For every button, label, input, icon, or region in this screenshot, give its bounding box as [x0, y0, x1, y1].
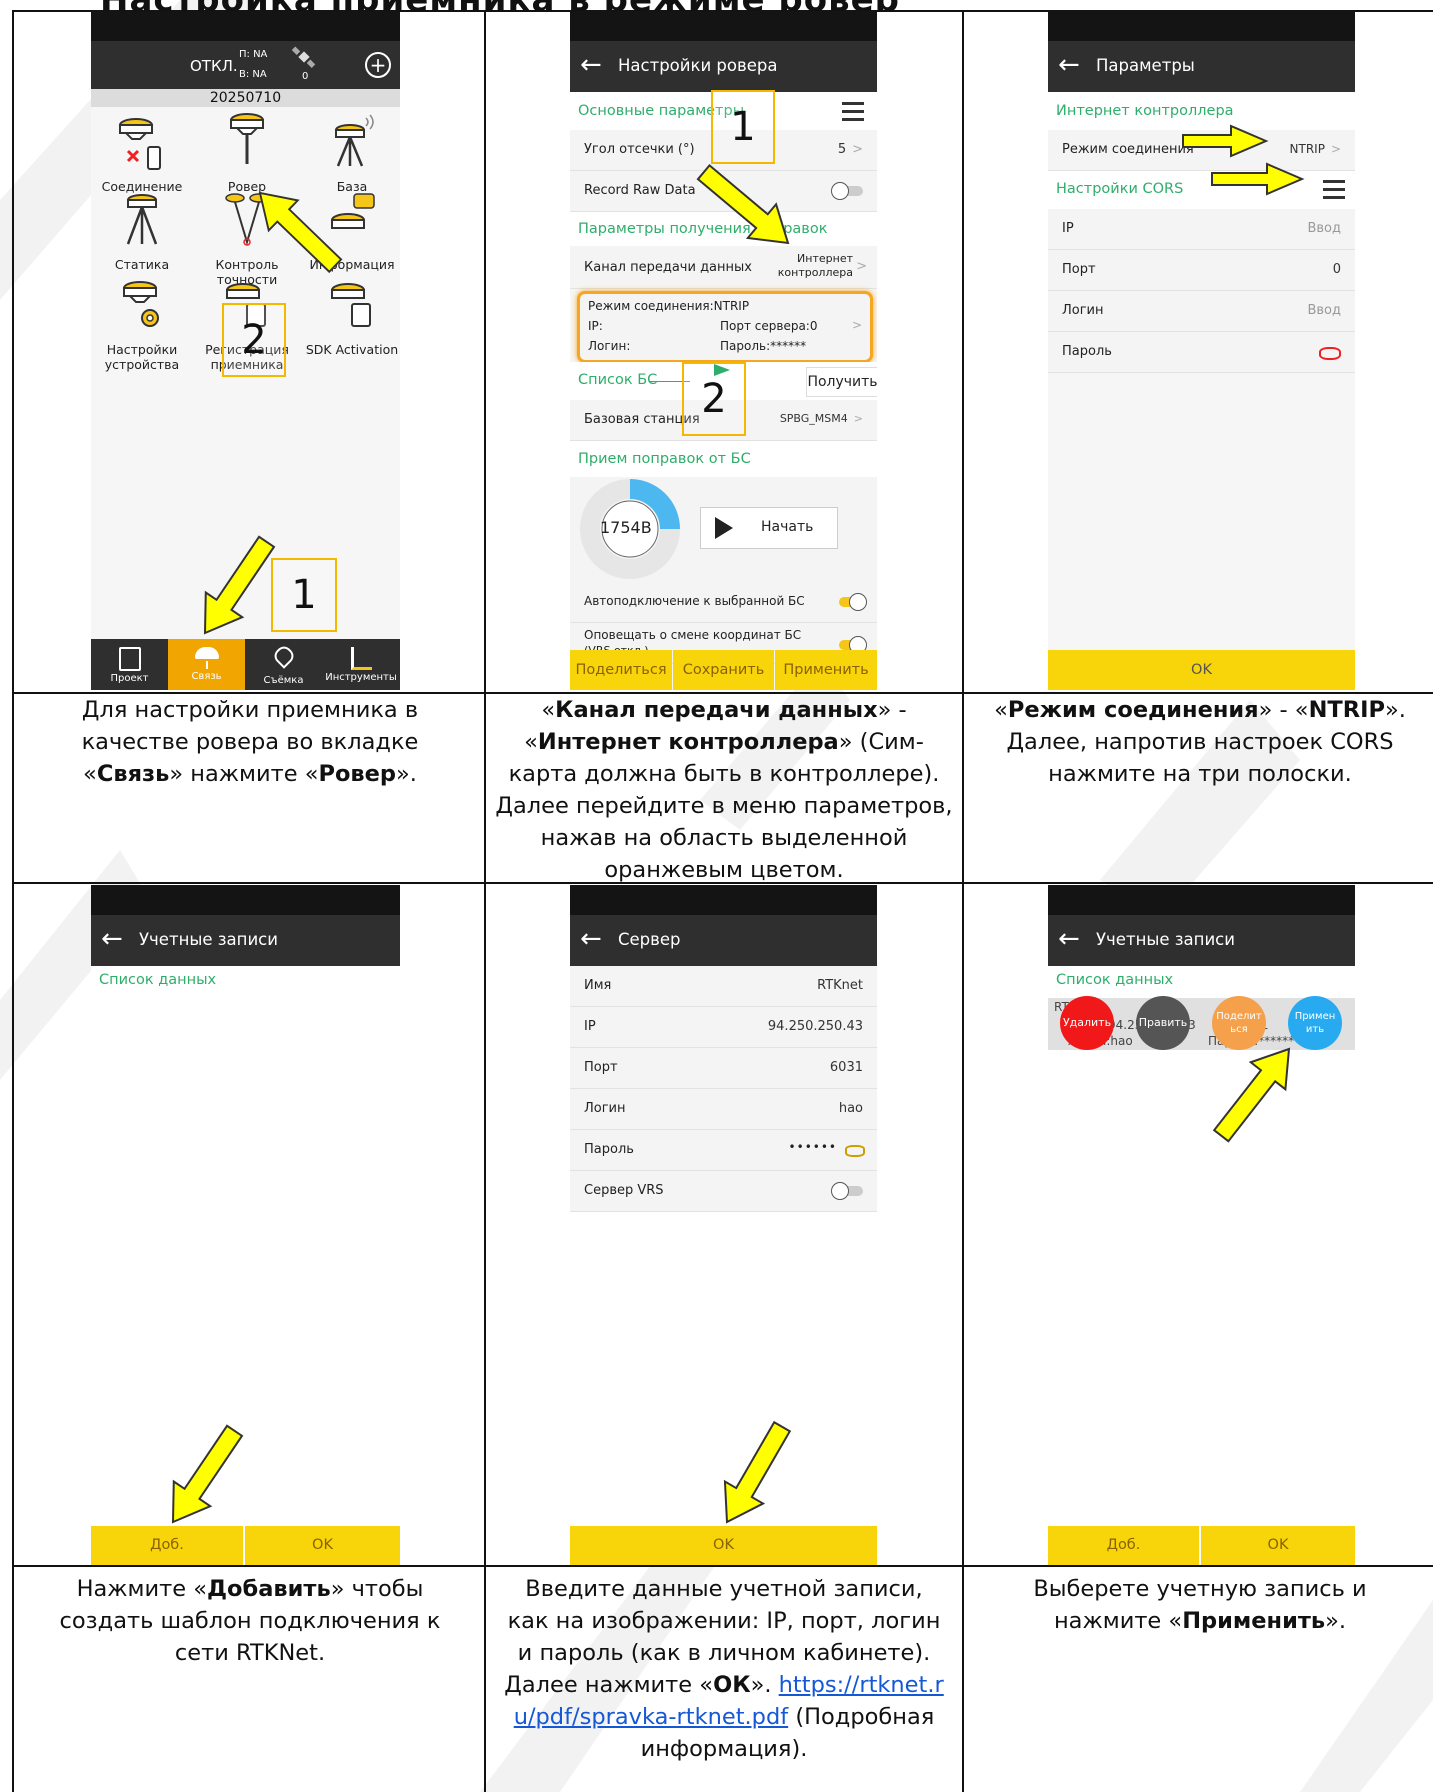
arrow-to-rover [244, 177, 351, 282]
arrow-to-apply [1202, 1034, 1308, 1151]
arrow-to-channel [688, 154, 804, 261]
arrow-to-mode [1182, 124, 1269, 158]
arrow-to-bs-list [714, 364, 730, 376]
arrow-to-ok [706, 1414, 803, 1534]
arrow-to-nav [185, 528, 286, 647]
arrow-to-add [153, 1417, 254, 1536]
annotation-arrows [153, 124, 1308, 1536]
arrow-to-cors-menu [1211, 162, 1305, 196]
